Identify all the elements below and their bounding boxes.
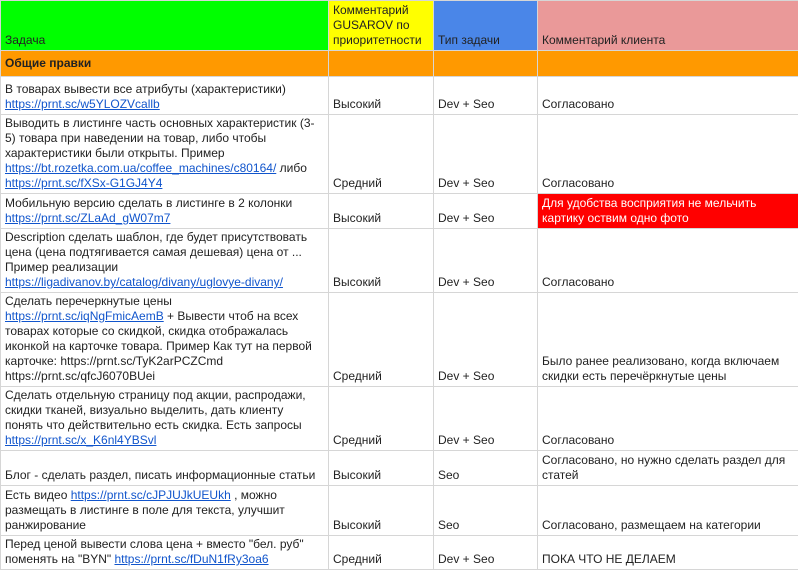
task-link[interactable]: https://prnt.sc/fXSx-G1GJ4Y4 — [5, 176, 162, 190]
type-cell[interactable]: Dev + Seo — [434, 77, 538, 115]
task-cell[interactable]: Выводить в листинге часть основных харак… — [1, 115, 329, 194]
priority-cell[interactable]: Высокий — [329, 77, 434, 115]
table-row: Блог - сделать раздел, писать информацио… — [1, 451, 798, 486]
table-row: Перед ценой вывести слова цена + вместо … — [1, 536, 798, 570]
priority-cell[interactable]: Средний — [329, 536, 434, 570]
priority-cell[interactable]: Средний — [329, 115, 434, 194]
priority-cell[interactable]: Средний — [329, 387, 434, 451]
header-client[interactable]: Комментарий клиента — [538, 1, 798, 51]
client-comment-cell[interactable]: ПОКА ЧТО НЕ ДЕЛАЕМ — [538, 536, 798, 570]
table-row: Выводить в листинге часть основных харак… — [1, 115, 798, 194]
priority-cell[interactable]: Высокий — [329, 194, 434, 229]
header-type[interactable]: Тип задачи — [434, 1, 538, 51]
task-text: Есть видео — [5, 488, 71, 502]
header-row: Задача Комментарий GUSAROV по приоритетн… — [1, 1, 798, 51]
task-link[interactable]: https://prnt.sc/x_K6nl4YBSvl — [5, 433, 156, 447]
task-text: Сделать перечеркнутые цены — [5, 294, 172, 308]
task-cell[interactable]: В товарах вывести все атрибуты (характер… — [1, 77, 329, 115]
client-comment-cell[interactable]: Согласовано — [538, 387, 798, 451]
table-row: Сделать перечеркнутые цены https://prnt.… — [1, 293, 798, 387]
type-cell[interactable]: Dev + Seo — [434, 387, 538, 451]
task-link[interactable]: https://prnt.sc/w5YLOZVcallb — [5, 97, 160, 111]
priority-cell[interactable]: Высокий — [329, 229, 434, 293]
task-cell[interactable]: Сделать отдельную страницу под акции, ра… — [1, 387, 329, 451]
client-comment-cell[interactable]: Согласовано — [538, 77, 798, 115]
type-cell[interactable]: Seo — [434, 451, 538, 486]
task-cell[interactable]: Блог - сделать раздел, писать информацио… — [1, 451, 329, 486]
section-row: Общие правки — [1, 51, 798, 77]
table-row: Есть видео https://prnt.sc/cJPJUJkUEUkh … — [1, 486, 798, 536]
task-cell[interactable]: Сделать перечеркнутые цены https://prnt.… — [1, 293, 329, 387]
task-cell[interactable]: Есть видео https://prnt.sc/cJPJUJkUEUkh … — [1, 486, 329, 536]
type-cell[interactable]: Dev + Seo — [434, 536, 538, 570]
task-text: В товарах вывести все атрибуты (характер… — [5, 82, 286, 96]
client-comment-cell-alert[interactable]: Для удобства восприятия не мельчить карт… — [538, 194, 798, 229]
header-task[interactable]: Задача — [1, 1, 329, 51]
task-link[interactable]: https://prnt.sc/iqNgFmicAemB — [5, 309, 164, 323]
priority-cell[interactable]: Высокий — [329, 486, 434, 536]
type-cell[interactable]: Dev + Seo — [434, 229, 538, 293]
task-text: либо — [276, 161, 307, 175]
priority-cell[interactable]: Средний — [329, 293, 434, 387]
task-cell[interactable]: Мобильную версию сделать в листинге в 2 … — [1, 194, 329, 229]
type-cell[interactable]: Dev + Seo — [434, 194, 538, 229]
task-cell[interactable]: Description сделать шаблон, где будет пр… — [1, 229, 329, 293]
task-text: Выводить в листинге часть основных харак… — [5, 116, 315, 160]
table-row: Description сделать шаблон, где будет пр… — [1, 229, 798, 293]
task-link[interactable]: https://bt.rozetka.com.ua/coffee_machine… — [5, 161, 276, 175]
task-link[interactable]: https://prnt.sc/cJPJUJkUEUkh — [71, 488, 231, 502]
section-empty-cell[interactable] — [538, 51, 798, 77]
client-comment-cell[interactable]: Согласовано — [538, 229, 798, 293]
task-link[interactable]: https://prnt.sc/ZLaAd_gW07m7 — [5, 211, 170, 225]
task-text: Сделать отдельную страницу под акции, ра… — [5, 388, 306, 432]
spreadsheet-table: Задача Комментарий GUSAROV по приоритетн… — [0, 0, 798, 570]
priority-cell[interactable]: Высокий — [329, 451, 434, 486]
task-text: Description сделать шаблон, где будет пр… — [5, 230, 307, 274]
table-row: Мобильную версию сделать в листинге в 2 … — [1, 194, 798, 229]
type-cell[interactable]: Seo — [434, 486, 538, 536]
type-cell[interactable]: Dev + Seo — [434, 293, 538, 387]
section-title[interactable]: Общие правки — [1, 51, 329, 77]
task-text: Мобильную версию сделать в листинге в 2 … — [5, 196, 292, 210]
task-cell[interactable]: Перед ценой вывести слова цена + вместо … — [1, 536, 329, 570]
section-empty-cell[interactable] — [329, 51, 434, 77]
task-link[interactable]: https://prnt.sc/fDuN1fRy3oa6 — [114, 552, 268, 566]
client-comment-cell[interactable]: Согласовано — [538, 115, 798, 194]
task-link[interactable]: https://ligadivanov.by/catalog/divany/ug… — [5, 275, 283, 289]
client-comment-cell[interactable]: Согласовано, размещаем на категории — [538, 486, 798, 536]
table-row: Сделать отдельную страницу под акции, ра… — [1, 387, 798, 451]
client-comment-cell[interactable]: Согласовано, но нужно сделать раздел для… — [538, 451, 798, 486]
section-empty-cell[interactable] — [434, 51, 538, 77]
type-cell[interactable]: Dev + Seo — [434, 115, 538, 194]
table-row: В товарах вывести все атрибуты (характер… — [1, 77, 798, 115]
client-comment-cell[interactable]: Было ранее реализовано, когда включаем с… — [538, 293, 798, 387]
header-priority[interactable]: Комментарий GUSAROV по приоритетности — [329, 1, 434, 51]
